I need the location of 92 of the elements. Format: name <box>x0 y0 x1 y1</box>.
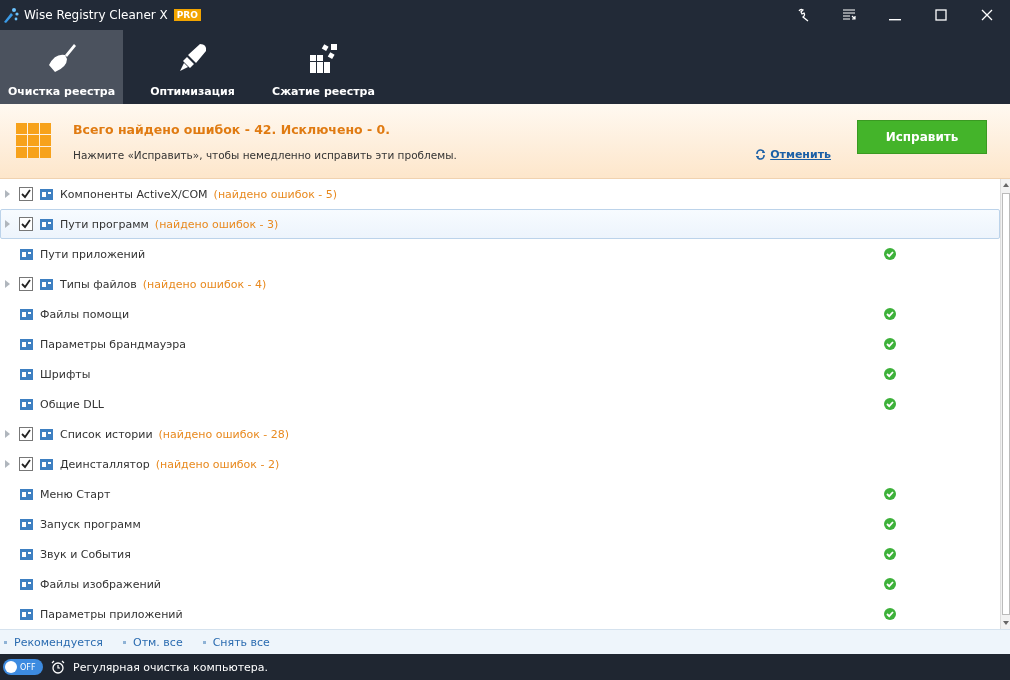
check-circle-icon <box>884 608 896 620</box>
scrollbar[interactable] <box>1000 179 1010 629</box>
category-label: Запуск программ <box>40 517 141 531</box>
list-row[interactable]: Файлы изображений <box>0 569 1000 599</box>
category-icon <box>19 306 34 322</box>
list-row[interactable]: Деинсталлятор (найдено ошибок - 2) <box>0 449 1000 479</box>
category-icon <box>19 366 34 382</box>
check-circle-icon <box>884 518 896 530</box>
category-label: Файлы помощи <box>40 307 130 321</box>
list-row[interactable]: Список истории (найдено ошибок - 28) <box>0 419 1000 449</box>
error-count: (найдено ошибок - 2) <box>155 457 280 471</box>
grid-icon <box>16 123 52 159</box>
list-row[interactable]: Звук и События <box>0 539 1000 569</box>
check-circle-icon <box>884 368 896 380</box>
checkmark-icon <box>20 218 32 230</box>
footer-link[interactable]: Рекомендуется <box>4 635 103 649</box>
minimize-icon <box>888 19 902 21</box>
category-label: Параметры брандмауэра <box>40 337 186 351</box>
category-icon <box>19 606 34 622</box>
checkmark-icon <box>20 278 32 290</box>
category-icon <box>19 516 34 532</box>
summary-hint: Нажмите «Исправить», чтобы немедленно исправить эти проблемы. <box>73 148 458 161</box>
category-label: Пути программ <box>60 217 149 231</box>
list-row[interactable]: Шрифты <box>0 359 1000 389</box>
summary-headline: Всего найдено ошибок - 42. Исключено - 0. <box>73 121 391 137</box>
category-icon <box>19 396 34 412</box>
check-circle-icon <box>884 338 896 350</box>
checkmark-icon <box>20 188 32 200</box>
category-label: Файлы изображений <box>40 577 161 591</box>
category-label: Пути приложений <box>40 247 146 261</box>
tab[interactable]: Оптимизация <box>131 30 254 104</box>
category-icon <box>39 426 54 442</box>
checkbox[interactable] <box>19 457 33 471</box>
check-circle-icon <box>884 578 896 590</box>
check-circle-icon <box>884 548 896 560</box>
alarm-clock-icon <box>51 660 65 674</box>
list-row[interactable]: Меню Старт <box>0 479 1000 509</box>
category-label: Параметры приложений <box>40 607 183 621</box>
refresh-icon <box>755 148 767 160</box>
list-row[interactable]: Типы файлов (найдено ошибок - 4) <box>0 269 1000 299</box>
checkbox[interactable] <box>19 187 33 201</box>
checkmark-icon <box>20 428 32 440</box>
category-icon <box>19 576 34 592</box>
list-row[interactable]: Общие DLL <box>0 389 1000 419</box>
list-row[interactable]: Компоненты ActiveX/COM (найдено ошибок - 5) <box>0 179 1000 209</box>
category-icon <box>19 546 34 562</box>
check-circle-icon <box>884 398 896 410</box>
category-label: Деинсталлятор <box>60 457 150 471</box>
app-logo-icon <box>2 6 20 24</box>
category-label: Шрифты <box>40 367 91 381</box>
error-count: (найдено ошибок - 3) <box>154 217 279 231</box>
list-row[interactable]: Параметры приложений <box>0 599 1000 629</box>
menu-icon <box>842 8 856 22</box>
undo-link[interactable]: Отменить <box>755 147 831 161</box>
list-row[interactable]: Пути программ (найдено ошибок - 3) <box>0 209 1000 239</box>
maximize-icon <box>934 8 948 22</box>
category-label: Меню Старт <box>40 487 111 501</box>
category-icon <box>39 276 54 292</box>
error-count: (найдено ошибок - 5) <box>213 187 338 201</box>
checkmark-icon <box>20 458 32 470</box>
checkbox[interactable] <box>19 217 33 231</box>
category-icon <box>39 216 54 232</box>
list-row[interactable]: Параметры брандмауэра <box>0 329 1000 359</box>
list-row[interactable]: Файлы помощи <box>0 299 1000 329</box>
tab[interactable]: Сжатие реестра <box>262 30 385 104</box>
checkbox[interactable] <box>19 277 33 291</box>
category-icon <box>19 336 34 352</box>
list-row[interactable]: Запуск программ <box>0 509 1000 539</box>
error-count: (найдено ошибок - 4) <box>142 277 267 291</box>
category-icon <box>19 486 34 502</box>
pro-badge: PRO <box>173 9 201 21</box>
footer-link[interactable]: Снять все <box>202 635 270 649</box>
check-circle-icon <box>884 488 896 500</box>
category-label: Компоненты ActiveX/COM <box>60 187 208 201</box>
category-label: Типы файлов <box>60 277 137 291</box>
status-text: Регулярная очистка компьютера. <box>73 660 269 674</box>
close-icon <box>980 8 994 22</box>
category-icon <box>39 186 54 202</box>
list-row[interactable]: Пути приложений <box>0 239 1000 269</box>
footer-link[interactable]: Отм. все <box>123 635 183 649</box>
category-icon <box>19 246 34 262</box>
check-circle-icon <box>884 308 896 320</box>
category-label: Общие DLL <box>40 397 104 411</box>
error-count: (найдено ошибок - 28) <box>158 427 290 441</box>
category-icon <box>39 456 54 472</box>
check-circle-icon <box>884 248 896 260</box>
tab[interactable]: Очистка реестра <box>0 30 123 104</box>
window-title: Wise Registry Cleaner X <box>24 8 168 22</box>
category-label: Список истории <box>60 427 153 441</box>
toggle-switch[interactable]: OFF <box>3 659 43 675</box>
category-label: Звук и События <box>40 547 131 561</box>
checkbox[interactable] <box>19 427 33 441</box>
